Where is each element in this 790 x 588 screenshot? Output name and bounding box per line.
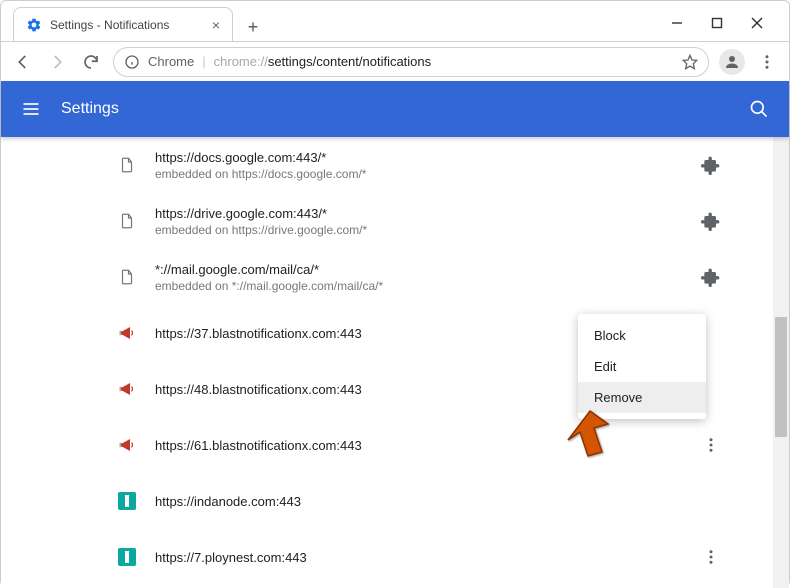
search-icon[interactable] [749,99,769,119]
site-row: https://drive.google.com:443/* embedded o… [111,193,729,249]
teal-icon [117,491,137,511]
forward-button[interactable] [45,50,69,74]
close-tab-icon[interactable]: × [212,17,220,33]
site-info-icon[interactable] [124,54,140,70]
address-bar[interactable]: Chrome | chrome://settings/content/notif… [113,47,709,77]
site-text: *://mail.google.com/mail/ca/* embedded on… [155,262,699,293]
site-row: https://docs.google.com:443/* embedded on… [111,137,729,193]
extension-puzzle-icon[interactable] [699,153,723,177]
site-text: https://7.ploynest.com:443 [155,550,699,565]
site-text: https://drive.google.com:443/* embedded o… [155,206,699,237]
close-window-button[interactable] [737,9,777,37]
file-icon [117,267,137,287]
more-actions-button[interactable] [699,545,723,569]
profile-avatar[interactable] [719,49,745,75]
settings-gear-icon [26,17,42,33]
settings-title: Settings [61,100,119,118]
megaphone-icon [117,379,137,399]
site-row: https://61.blastnotificationx.com:443 [111,417,729,473]
context-menu-edit[interactable]: Edit [578,351,706,382]
hamburger-menu-icon[interactable] [21,99,41,119]
teal-icon [117,547,137,567]
url-scheme-label: Chrome [148,54,194,69]
more-actions-button[interactable] [699,433,723,457]
site-sub: embedded on https://docs.google.com/* [155,167,699,181]
url-text: chrome://settings/content/notifications [214,54,432,69]
site-row: *://mail.google.com/mail/ca/* embedded on… [111,249,729,305]
reload-button[interactable] [79,50,103,74]
site-url: https://61.blastnotificationx.com:443 [155,438,699,453]
annotation-arrow-icon [550,406,610,466]
site-url: https://docs.google.com:443/* [155,150,699,165]
megaphone-icon [117,435,137,455]
minimize-button[interactable] [657,9,697,37]
site-text: https://61.blastnotificationx.com:443 [155,438,699,453]
context-menu: BlockEditRemove [578,314,706,419]
site-row: https://7.ploynest.com:443 [111,529,729,585]
scrollbar-track[interactable] [773,137,789,588]
site-text: https://docs.google.com:443/* embedded on… [155,150,699,181]
file-icon [117,211,137,231]
file-icon [117,155,137,175]
scrollbar-thumb[interactable] [775,317,787,437]
new-tab-button[interactable]: + [239,13,267,41]
url-separator: | [202,54,205,69]
site-sub: embedded on *://mail.google.com/mail/ca/… [155,279,699,293]
site-url: https://drive.google.com:443/* [155,206,699,221]
context-menu-block[interactable]: Block [578,320,706,351]
chrome-menu-button[interactable] [755,50,779,74]
bookmark-star-icon[interactable] [682,54,698,70]
maximize-button[interactable] [697,9,737,37]
more-actions-button [699,489,723,513]
site-url: https://indanode.com:443 [155,494,699,509]
extension-puzzle-icon[interactable] [699,209,723,233]
site-sub: embedded on https://drive.google.com/* [155,223,699,237]
site-row: https://indanode.com:443 [111,473,729,529]
site-url: *://mail.google.com/mail/ca/* [155,262,699,277]
site-text: https://indanode.com:443 [155,494,699,509]
site-url: https://7.ploynest.com:443 [155,550,699,565]
back-button[interactable] [11,50,35,74]
browser-tab[interactable]: Settings - Notifications × [13,7,233,41]
megaphone-icon [117,323,137,343]
tab-title: Settings - Notifications [50,18,169,32]
extension-puzzle-icon[interactable] [699,265,723,289]
